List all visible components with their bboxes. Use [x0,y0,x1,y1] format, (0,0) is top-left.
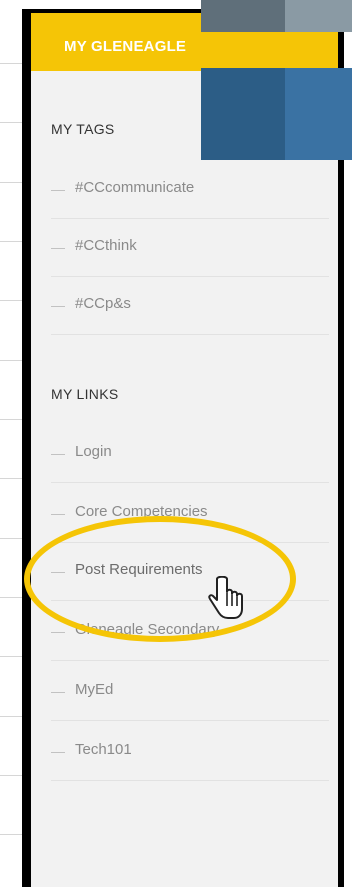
dash-icon [51,454,65,455]
link-item-login[interactable]: Login [51,425,329,483]
link-label: Tech101 [75,741,132,758]
background-rule [0,716,22,717]
hand-cursor-icon [208,576,243,619]
link-item-myed[interactable]: MyEd [51,663,329,721]
background-rule [0,597,22,598]
dash-icon [51,190,65,191]
background-rule [0,538,22,539]
dash-icon [51,248,65,249]
tag-label: #CCcommunicate [75,179,195,196]
background-rule [0,419,22,420]
background-rule [0,834,22,835]
background-rule [0,360,22,361]
background-rule [0,182,22,183]
link-label: MyEd [75,681,114,698]
tag-label: #CCthink [75,237,137,254]
decor-square-gray-right [285,0,352,32]
dash-icon [51,752,65,753]
background-rule [0,241,22,242]
dash-icon [51,514,65,515]
dash-icon [51,632,65,633]
background-rule [0,775,22,776]
decor-square-blue [285,68,352,160]
decor-square-dark-blue [201,68,285,160]
background-rule [0,63,22,64]
tag-label: #CCp&s [75,295,131,312]
background-rule [0,122,22,123]
decor-square-gray-left [201,0,285,32]
background-rule [0,300,22,301]
link-item-tech101[interactable]: Tech101 [51,723,329,781]
background-rule [0,656,22,657]
background-rule [0,478,22,479]
dash-icon [51,692,65,693]
tag-item-cccommunicate[interactable]: #CCcommunicate [51,161,329,219]
links-heading: MY LINKS [51,386,119,402]
highlight-ellipse [24,516,296,642]
tags-heading: MY TAGS [51,121,115,137]
tag-item-ccps[interactable]: #CCp&s [51,277,329,335]
dash-icon [51,306,65,307]
header-title: MY GLENEAGLE [64,38,187,55]
link-label: Login [75,443,112,460]
tag-item-ccthink[interactable]: #CCthink [51,219,329,277]
